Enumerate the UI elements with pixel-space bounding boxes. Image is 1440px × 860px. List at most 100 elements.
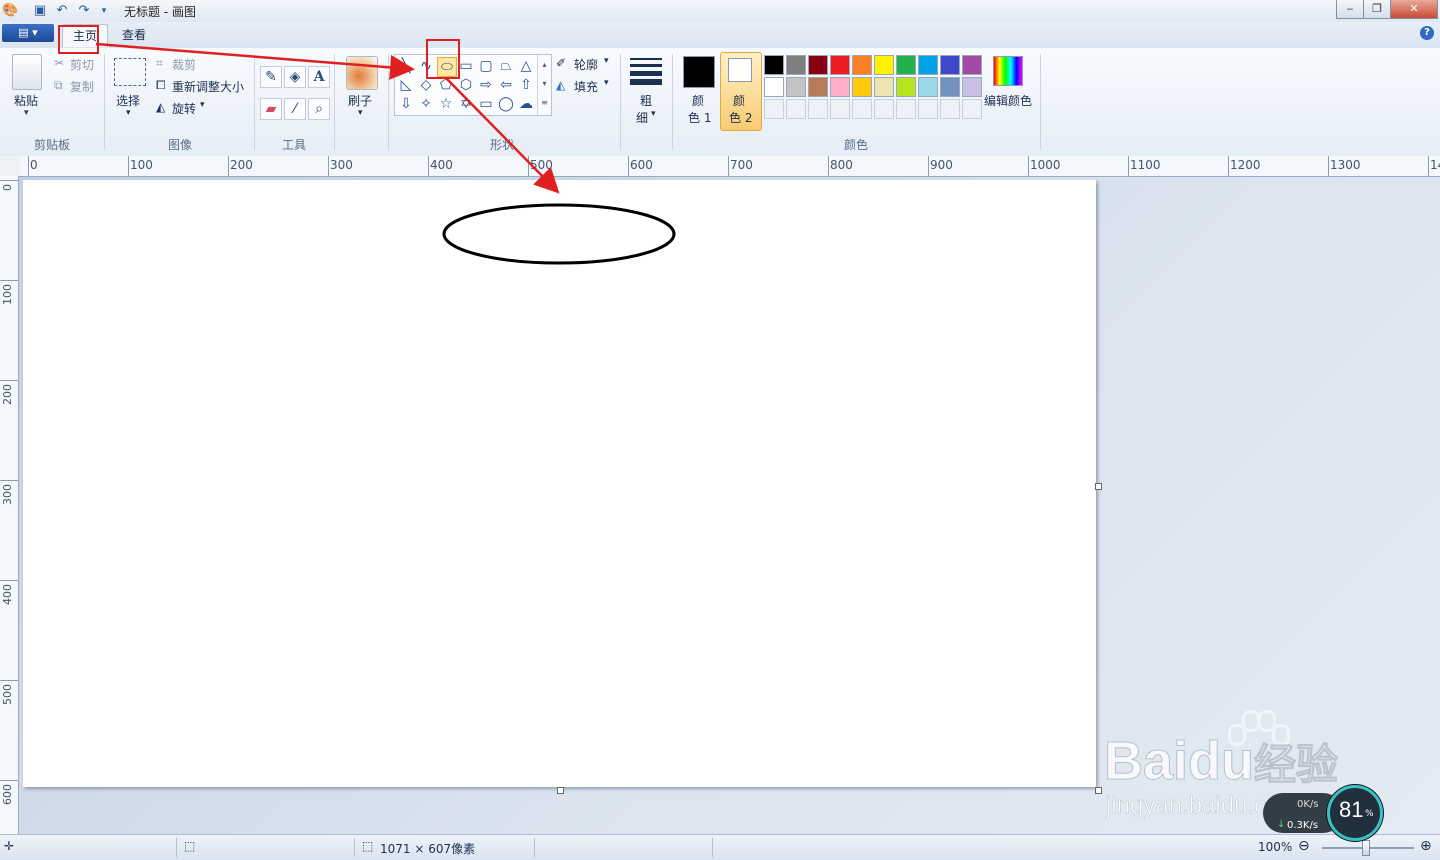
size-label-bottom[interactable]: 细	[636, 109, 648, 126]
color1-label-top[interactable]: 颜	[692, 92, 704, 109]
rotate-dropdown-icon[interactable]: ▾	[200, 100, 205, 110]
select-button[interactable]: 选择	[116, 92, 140, 109]
palette-swatch[interactable]	[874, 77, 894, 97]
help-icon[interactable]: ?	[1420, 26, 1434, 40]
color2-label-top[interactable]: 颜	[733, 92, 745, 109]
outline-dropdown-icon[interactable]: ▾	[604, 56, 609, 66]
palette-custom-slot[interactable]	[896, 99, 916, 119]
color-picker-icon[interactable]: ⁄	[284, 98, 306, 120]
color1-swatch[interactable]	[683, 56, 715, 88]
shape-callout-oval-icon[interactable]: ◯	[497, 95, 515, 113]
outline-button[interactable]: 轮廓	[574, 56, 598, 73]
zoom-out-icon[interactable]: ⊖	[1298, 838, 1310, 854]
shape-triangle-icon[interactable]: △	[517, 57, 535, 75]
magnifier-icon[interactable]: ⌕	[308, 98, 330, 120]
zoom-slider-thumb[interactable]	[1362, 840, 1370, 856]
quick-access-dropdown-icon[interactable]: ▾	[96, 3, 112, 19]
palette-custom-slot[interactable]	[830, 99, 850, 119]
shapes-gallery-scroll[interactable]: ▴ ▾ ≡	[537, 55, 551, 115]
fill-dropdown-icon[interactable]: ▾	[604, 78, 609, 88]
select-icon[interactable]	[114, 58, 146, 86]
color2-swatch[interactable]	[728, 58, 752, 82]
shape-right-triangle-icon[interactable]: ◺	[397, 76, 415, 94]
redo-icon[interactable]: ↷	[76, 3, 92, 19]
palette-custom-slot[interactable]	[808, 99, 828, 119]
fill-button[interactable]: 填充	[574, 78, 598, 95]
palette-swatch[interactable]	[962, 77, 982, 97]
select-dropdown-icon[interactable]: ▾	[126, 108, 131, 118]
text-tool-icon[interactable]: A	[308, 66, 330, 88]
maximize-button[interactable]: ❐	[1363, 0, 1391, 19]
paint-app-icon[interactable]: 🎨	[2, 3, 18, 19]
paste-icon[interactable]	[12, 54, 42, 90]
zoom-in-icon[interactable]: ⊕	[1420, 838, 1432, 854]
shape-callout-cloud-icon[interactable]: ☁	[517, 95, 535, 113]
paint-menu-button[interactable]: ▤ ▾	[2, 24, 54, 42]
palette-swatch[interactable]	[896, 55, 916, 75]
palette-swatch[interactable]	[830, 55, 850, 75]
crop-button[interactable]: 裁剪	[172, 56, 196, 73]
shape-six-point-star-icon[interactable]: ✡	[457, 95, 475, 113]
palette-custom-slot[interactable]	[918, 99, 938, 119]
palette-swatch[interactable]	[830, 77, 850, 97]
minimize-button[interactable]: ‒	[1336, 0, 1364, 19]
palette-swatch[interactable]	[786, 55, 806, 75]
shape-line-icon[interactable]: ╲	[397, 57, 415, 75]
canvas-resize-handle-right[interactable]	[1095, 483, 1102, 490]
palette-custom-slot[interactable]	[786, 99, 806, 119]
palette-swatch[interactable]	[940, 55, 960, 75]
palette-swatch[interactable]	[852, 77, 872, 97]
shape-rounded-rectangle-icon[interactable]: ▢	[477, 57, 495, 75]
eraser-icon[interactable]: ▰	[260, 98, 282, 120]
palette-custom-slot[interactable]	[764, 99, 784, 119]
brushes-button[interactable]: 刷子	[348, 92, 372, 109]
canvas-resize-handle-corner[interactable]	[1095, 787, 1102, 794]
cut-button[interactable]: 剪切	[70, 56, 94, 73]
palette-swatch[interactable]	[808, 55, 828, 75]
brush-icon[interactable]	[346, 56, 378, 90]
palette-custom-slot[interactable]	[940, 99, 960, 119]
size-dropdown-icon[interactable]: ▾	[651, 109, 656, 119]
pencil-icon[interactable]: ✎	[260, 66, 282, 88]
shape-five-point-star-icon[interactable]: ☆	[437, 95, 455, 113]
shape-four-point-star-icon[interactable]: ✧	[417, 95, 435, 113]
brushes-dropdown-icon[interactable]: ▾	[358, 108, 363, 118]
palette-swatch[interactable]	[808, 77, 828, 97]
color2-label-bottom[interactable]: 色 2	[729, 109, 752, 126]
rotate-button[interactable]: 旋转	[172, 100, 196, 117]
paste-button[interactable]: 粘贴	[14, 92, 38, 109]
palette-swatch[interactable]	[918, 55, 938, 75]
save-icon[interactable]: ▣	[32, 3, 48, 19]
paste-dropdown-icon[interactable]: ▾	[24, 108, 29, 118]
palette-swatch[interactable]	[852, 55, 872, 75]
palette-custom-slot[interactable]	[962, 99, 982, 119]
color1-label-bottom[interactable]: 色 1	[688, 109, 711, 126]
undo-icon[interactable]: ↶	[54, 3, 70, 19]
palette-swatch[interactable]	[786, 77, 806, 97]
palette-custom-slot[interactable]	[852, 99, 872, 119]
edit-colors-icon[interactable]	[993, 56, 1023, 86]
shape-right-arrow-icon[interactable]: ⇨	[477, 76, 495, 94]
palette-swatch[interactable]	[874, 55, 894, 75]
close-button[interactable]: ✕	[1390, 0, 1438, 19]
palette-custom-slot[interactable]	[874, 99, 894, 119]
palette-swatch[interactable]	[764, 55, 784, 75]
palette-swatch[interactable]	[764, 77, 784, 97]
tab-view[interactable]: 查看	[112, 24, 156, 46]
shape-polygon-icon[interactable]: ⏢	[497, 57, 515, 75]
fill-bucket-icon[interactable]: ◈	[284, 66, 306, 88]
shape-up-arrow-icon[interactable]: ⇧	[517, 76, 535, 94]
shape-down-arrow-icon[interactable]: ⇩	[397, 95, 415, 113]
resize-button[interactable]: 重新调整大小	[172, 78, 244, 95]
palette-swatch[interactable]	[940, 77, 960, 97]
copy-button[interactable]: 复制	[70, 78, 94, 95]
shape-left-arrow-icon[interactable]: ⇦	[497, 76, 515, 94]
network-speed-widget[interactable]: 0K/s ↓ 0.3K/s 81 %	[1263, 783, 1383, 841]
palette-swatch[interactable]	[962, 55, 982, 75]
edit-colors-button[interactable]: 编辑颜色	[984, 92, 1032, 109]
shape-callout-rect-icon[interactable]: ▭	[477, 95, 495, 113]
canvas-resize-handle-bottom[interactable]	[557, 787, 564, 794]
palette-swatch[interactable]	[896, 77, 916, 97]
size-icon[interactable]	[630, 58, 662, 85]
size-label-top[interactable]: 粗	[640, 92, 652, 109]
